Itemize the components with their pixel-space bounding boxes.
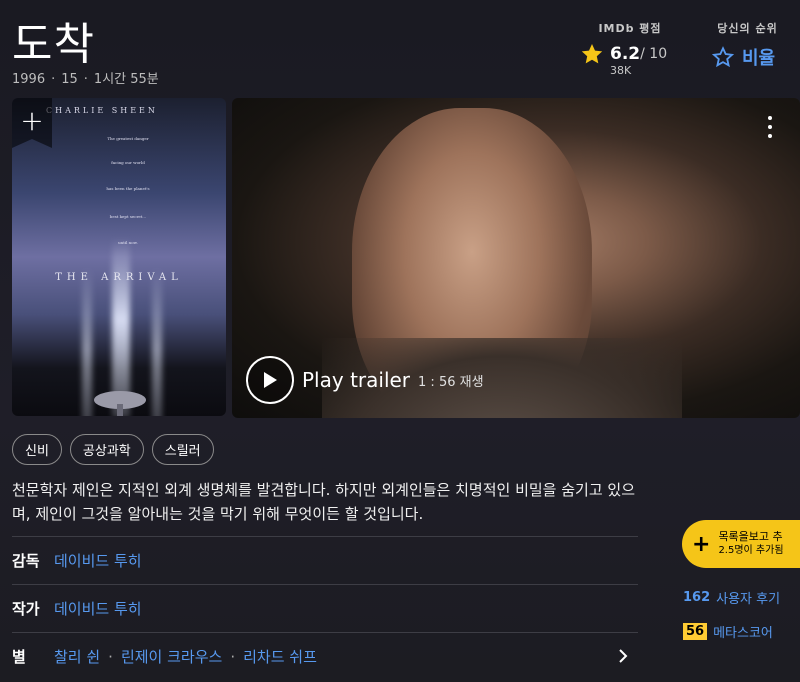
user-reviews-count: 162 xyxy=(683,590,711,605)
star-link[interactable]: 찰리 쉰 xyxy=(54,646,100,667)
genre-chips: 신비 공상과학 스릴러 xyxy=(12,434,214,465)
user-reviews-label: 사용자 후기 xyxy=(716,592,781,607)
play-trailer-button[interactable]: Play trailer 1 : 56 재생 xyxy=(246,356,484,404)
plot-summary: 천문학자 제인은 지적인 외계 생명체를 발견합니다. 하지만 외계인들은 치명… xyxy=(12,481,636,523)
runtime: 1시간 55분 xyxy=(93,72,159,87)
your-rating: 당신의 순위 비율 xyxy=(700,20,795,70)
rate-button[interactable]: 비율 xyxy=(712,44,795,70)
credit-label: 별 xyxy=(12,648,26,666)
imdb-score-max: / 10 xyxy=(640,46,668,62)
director-link[interactable]: 데이비드 투히 xyxy=(54,550,142,571)
poster[interactable]: CHARLIE SHEEN The greatest danger facing… xyxy=(12,98,226,416)
plus-icon: + xyxy=(692,531,711,557)
poster-actor-name: CHARLIE SHEEN xyxy=(46,106,158,115)
age-rating[interactable]: 15 xyxy=(61,72,78,87)
credit-label: 감독 xyxy=(12,552,40,570)
credit-stars[interactable]: 별 찰리 쉰 · 린제이 크라우스 · 리차드 쉬프 xyxy=(12,632,638,680)
star-icon xyxy=(581,44,603,64)
genre-chip[interactable]: 신비 xyxy=(12,434,62,465)
title-meta: 1996 · 15 · 1시간 55분 xyxy=(12,72,159,87)
user-reviews-link[interactable]: 162 사용자 후기 xyxy=(683,588,780,607)
genre-chip[interactable]: 스릴러 xyxy=(151,434,214,465)
imdb-rating-label: IMDb 평점 xyxy=(598,22,662,35)
your-rating-label: 당신의 순위 xyxy=(717,22,778,35)
genre-chip[interactable]: 공상과학 xyxy=(69,434,144,465)
watchlist-label: 목록을보고 추 xyxy=(718,530,783,543)
chevron-right-icon[interactable] xyxy=(616,647,630,665)
add-to-watchlist-ribbon[interactable]: + xyxy=(12,98,52,148)
rate-label: 비율 xyxy=(742,48,776,69)
star-link[interactable]: 린제이 크라우스 xyxy=(121,646,222,667)
watchlist-count: 2.5명이 추가됨 xyxy=(718,545,784,556)
trailer-duration: 1 : 56 재생 xyxy=(418,374,484,390)
play-icon xyxy=(246,356,294,404)
imdb-vote-count: 38K xyxy=(610,64,632,77)
metascore-badge: 56 xyxy=(683,623,708,640)
star-outline-icon xyxy=(712,46,734,68)
writer-link[interactable]: 데이비드 투히 xyxy=(54,598,142,619)
credit-writer: 작가 데이비드 투히 xyxy=(12,584,638,632)
credit-label: 작가 xyxy=(12,600,40,618)
credit-director: 감독 데이비드 투히 xyxy=(12,536,638,584)
poster-title: THE ARRIVAL xyxy=(55,272,183,283)
imdb-score: 6.2 xyxy=(610,44,641,64)
star-link[interactable]: 리차드 쉬프 xyxy=(243,646,317,667)
page-title: 도착 xyxy=(12,19,95,70)
metascore-label: 메타스코어 xyxy=(713,626,773,641)
add-to-watchlist-button[interactable]: + 목록을보고 추 2.5명이 추가됨 xyxy=(682,520,800,568)
release-year[interactable]: 1996 xyxy=(12,72,45,87)
play-trailer-label: Play trailer xyxy=(302,368,411,392)
radio-dish-icon xyxy=(94,391,146,416)
trailer-video[interactable]: Play trailer 1 : 56 재생 xyxy=(232,98,800,418)
more-options-icon[interactable] xyxy=(762,116,778,138)
imdb-rating[interactable]: IMDb 평점 6.2 / 10 38K xyxy=(580,20,680,77)
metascore-link[interactable]: 56 메타스코어 xyxy=(683,622,773,641)
